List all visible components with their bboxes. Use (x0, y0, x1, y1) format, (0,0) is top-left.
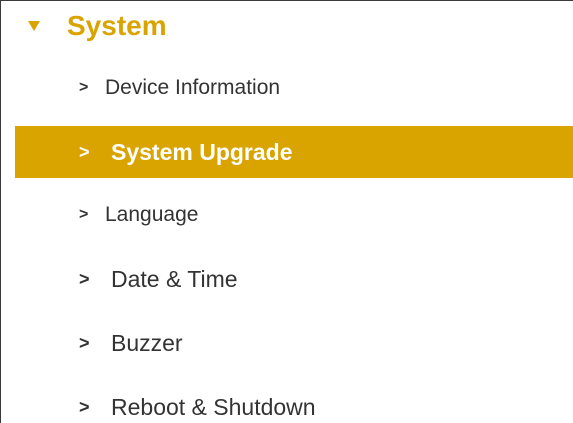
menu-item-reboot-shutdown[interactable]: > Reboot & Shutdown (15, 381, 573, 423)
menu-item-system-upgrade[interactable]: > System Upgrade (15, 126, 573, 178)
chevron-right-icon: > (79, 206, 89, 223)
chevron-right-icon: > (79, 333, 90, 353)
chevron-right-icon: > (79, 79, 89, 96)
menu-item-label: Device Information (105, 76, 281, 99)
chevron-right-icon: > (79, 142, 90, 162)
menu-item-label: Date & Time (111, 266, 238, 292)
menu-item-device-information[interactable]: > Device Information (15, 62, 573, 114)
system-section-header[interactable]: System (1, 1, 573, 53)
triangle-down-icon (28, 21, 40, 31)
menu-item-language[interactable]: > Language (15, 189, 573, 241)
menu-item-label: Language (105, 203, 199, 226)
chevron-right-icon: > (79, 269, 90, 289)
menu-item-label: Reboot & Shutdown (111, 394, 316, 420)
menu-item-label: System Upgrade (111, 139, 293, 165)
system-settings-panel: System > Device Information > System Upg… (0, 0, 573, 423)
menu-item-date-time[interactable]: > Date & Time (15, 253, 573, 305)
menu-item-label: Buzzer (111, 330, 183, 356)
chevron-right-icon: > (79, 397, 90, 417)
section-title: System (67, 10, 167, 41)
menu-item-buzzer[interactable]: > Buzzer (15, 317, 573, 369)
